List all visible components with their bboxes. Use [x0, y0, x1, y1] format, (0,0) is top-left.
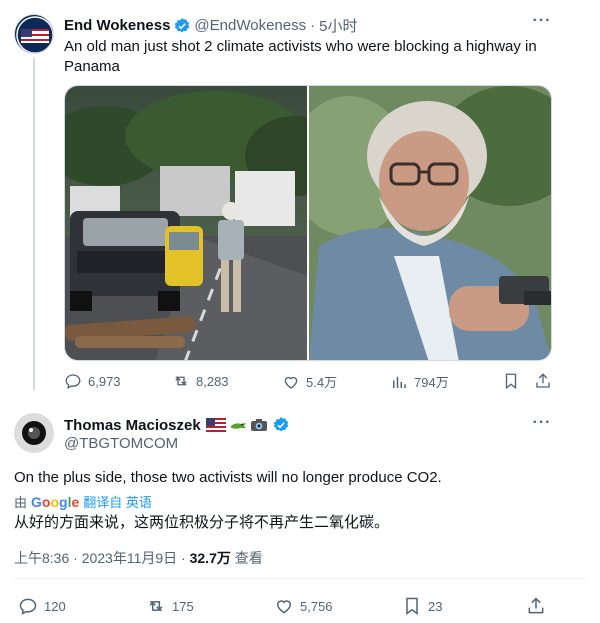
translated-text: 从好的方面来说，这两位积极分子将不再产生二氧化碳。 [14, 514, 390, 531]
camera-icon [250, 418, 268, 432]
share-icon [528, 597, 544, 614]
reply-button[interactable]: 120 [18, 596, 66, 616]
translate-by-label: 由 [14, 495, 28, 510]
photo-highway-scene[interactable] [65, 86, 307, 360]
retweet-icon [149, 601, 163, 611]
retweet-button[interactable]: 8,283 [172, 372, 229, 390]
retweet-count: 8,283 [196, 373, 229, 389]
google-logo-letter: e [71, 493, 80, 510]
like-count: 5,756 [300, 598, 333, 614]
reply-icon [19, 598, 37, 615]
views-count: 794万 [414, 375, 449, 390]
tweet-text: On the plus side, those two activists wi… [14, 469, 442, 486]
tweet-datetime[interactable]: 上午8:36 · 2023年11月9日 · [14, 550, 190, 566]
google-logo-letter: g [59, 493, 68, 510]
tweet-text: An old man just shot 2 climate activists… [64, 38, 537, 75]
bookmark-icon [406, 597, 418, 615]
views-label: 查看 [230, 550, 263, 566]
divider [14, 578, 586, 579]
views-chart-icon [393, 376, 406, 388]
bookmark-icon [505, 373, 517, 390]
retweet-button[interactable]: 175 [146, 596, 194, 616]
photo-old-man-with-gun[interactable] [309, 86, 551, 360]
translated-from-link[interactable]: 翻译自 英语 [83, 492, 152, 511]
flag-usa-icon [205, 418, 226, 432]
share-button[interactable] [534, 372, 558, 390]
reply-button[interactable]: 6,973 [64, 372, 121, 390]
bookmark-button[interactable]: 23 [402, 596, 442, 616]
views-button[interactable]: 794万 [390, 372, 449, 391]
translation-attribution: 由 Google 翻译自 英语 [14, 492, 152, 511]
author-name[interactable]: End Wokeness [64, 17, 170, 34]
separator: · [310, 17, 316, 34]
google-logo-letter: o [50, 493, 60, 510]
heart-icon [276, 600, 292, 614]
author-handle[interactable]: @TBGTOMCOM [64, 435, 178, 452]
more-options-icon[interactable]: ··· [532, 415, 552, 436]
like-button[interactable]: 5,756 [274, 596, 333, 616]
retweet-icon [175, 376, 187, 386]
like-button[interactable]: 5.4万 [282, 372, 337, 391]
tweet-actions: 6,973 8,283 5.4万 794万 [64, 372, 554, 394]
bookmark-count: 23 [428, 598, 443, 614]
bookmark-button[interactable] [502, 372, 526, 390]
reply-count: 120 [44, 598, 66, 614]
tweet-end-wokeness[interactable]: End Wokeness @EndWokeness · 5小时 ··· An o… [0, 0, 600, 400]
like-count: 5.4万 [306, 375, 338, 390]
avatar[interactable] [14, 413, 54, 453]
tweet-thomas-macioszek[interactable]: Thomas Macioszek @TBGTOMCOM ··· On the p… [0, 400, 600, 623]
google-logo: Google [31, 494, 79, 510]
verified-badge-icon [272, 416, 290, 434]
share-icon [536, 373, 550, 388]
tweet-meta: 上午8:36 · 2023年11月9日 · 32.7万 查看 [14, 548, 263, 568]
alligator-icon [229, 418, 247, 432]
retweet-count: 175 [172, 598, 194, 614]
google-logo-letter: G [31, 493, 42, 510]
views-count: 32.7万 [189, 550, 231, 566]
author-name[interactable]: Thomas Macioszek [64, 417, 201, 434]
avatar[interactable] [14, 14, 54, 54]
author-handle[interactable]: @EndWokeness [194, 17, 306, 34]
tweet-actions: 120 175 5,756 23 [14, 596, 586, 618]
reply-icon [65, 374, 81, 390]
reply-count: 6,973 [88, 373, 121, 389]
tweet-time[interactable]: 5小时 [319, 15, 357, 36]
more-options-icon[interactable]: ··· [532, 13, 552, 34]
heart-icon [284, 376, 298, 389]
verified-badge-icon [173, 17, 191, 35]
tweet-media[interactable] [64, 85, 552, 361]
share-button[interactable] [526, 596, 552, 616]
